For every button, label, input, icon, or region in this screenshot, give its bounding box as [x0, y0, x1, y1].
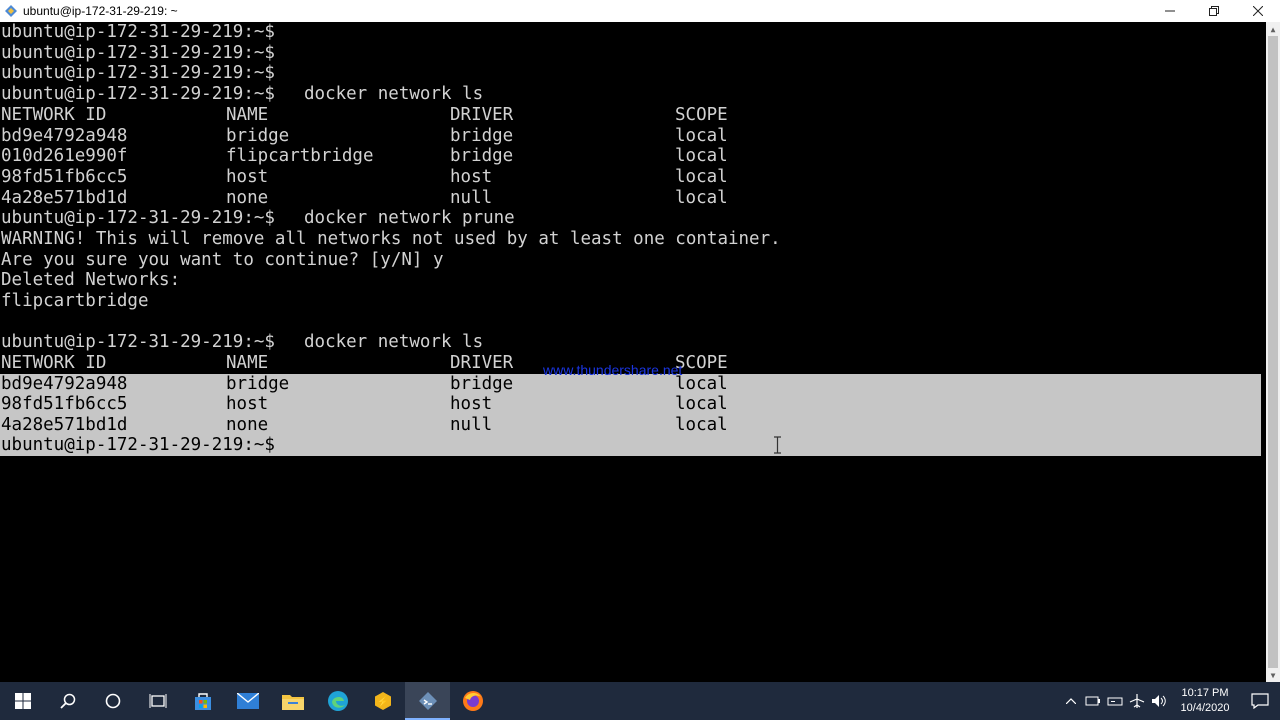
- table-row: 010d261e990f flipcartbridge bridge local: [1, 146, 728, 166]
- terminal-command-line: ubuntu@ip-172-31-29-219:~$ docker networ…: [1, 84, 484, 104]
- scroll-down-arrow-icon[interactable]: ▼: [1266, 668, 1280, 682]
- search-button[interactable]: [45, 682, 90, 720]
- windows-logo-icon: [14, 693, 31, 709]
- git-bash-icon: [4, 4, 18, 18]
- terminal-command-line: ubuntu@ip-172-31-29-219:~$ docker networ…: [1, 332, 484, 352]
- warning-message: WARNING! This will remove all networks n…: [1, 229, 781, 249]
- table-row: 4a28e571bd1d none null local: [1, 415, 728, 435]
- taskbar-git-bash[interactable]: [405, 682, 450, 720]
- text-cursor-icon: [774, 436, 781, 454]
- window-title: ubuntu@ip-172-31-29-219: ~: [23, 4, 178, 18]
- terminal-line: ubuntu@ip-172-31-29-219:~$: [1, 63, 275, 83]
- terminal-line: ubuntu@ip-172-31-29-219:~$: [1, 22, 275, 42]
- windows-taskbar: ⚡ 10:17 PM 10/4/2020: [0, 682, 1280, 720]
- deleted-network-item: flipcartbridge: [1, 291, 149, 311]
- task-view-icon: [149, 694, 166, 708]
- yellow-app-icon: ⚡: [374, 692, 391, 710]
- window-title-bar: ubuntu@ip-172-31-29-219: ~: [0, 0, 1280, 23]
- deleted-networks-heading: Deleted Networks:: [1, 270, 181, 290]
- git-bash-icon: [418, 692, 437, 710]
- scroll-up-arrow-icon[interactable]: ▲: [1266, 22, 1280, 36]
- folder-icon: [281, 695, 304, 710]
- confirm-prompt: Are you sure you want to continue? [y/N]…: [1, 250, 444, 270]
- scrollbar-thumb[interactable]: [1268, 36, 1278, 668]
- minimize-button[interactable]: [1148, 0, 1192, 22]
- table-header: NETWORK ID NAME DRIVER SCOPE: [1, 105, 728, 125]
- task-view-button[interactable]: [135, 682, 180, 720]
- taskbar-store[interactable]: [180, 682, 225, 720]
- cortana-circle-icon: [105, 693, 120, 709]
- cortana-button[interactable]: [90, 682, 135, 720]
- minimize-icon: [1165, 10, 1175, 12]
- taskbar-mail[interactable]: [225, 682, 270, 720]
- watermark-text: www.thundershare.net: [543, 362, 683, 378]
- notification-center-button[interactable]: [1240, 682, 1280, 720]
- close-icon: [1253, 6, 1263, 16]
- table-row: bd9e4792a948 bridge bridge local: [1, 126, 728, 146]
- restore-button[interactable]: [1192, 0, 1236, 22]
- clock-date: 10/4/2020: [1180, 702, 1230, 714]
- close-button[interactable]: [1236, 0, 1280, 22]
- terminal-line: ubuntu@ip-172-31-29-219:~$: [1, 43, 275, 63]
- system-tray: 10:17 PM 10/4/2020: [1060, 682, 1280, 720]
- firefox-icon: [462, 691, 483, 711]
- table-row: 4a28e571bd1d none null local: [1, 188, 728, 208]
- terminal-prompt-line: ubuntu@ip-172-31-29-219:~$: [1, 435, 275, 455]
- taskbar-app-yellow[interactable]: ⚡: [360, 682, 405, 720]
- taskbar-edge[interactable]: [315, 682, 360, 720]
- svg-text:⚡: ⚡: [376, 695, 388, 708]
- table-row: 98fd51fb6cc5 host host local: [1, 394, 728, 414]
- restore-icon: [1209, 6, 1219, 16]
- tray-device-icon[interactable]: [1082, 682, 1104, 720]
- terminal-command-line: ubuntu@ip-172-31-29-219:~$ docker networ…: [1, 208, 515, 228]
- edge-browser-icon: [327, 691, 348, 711]
- taskbar-file-explorer[interactable]: [270, 682, 315, 720]
- store-bag-icon: [194, 693, 211, 710]
- volume-icon[interactable]: [1148, 682, 1170, 720]
- start-button[interactable]: [0, 682, 45, 720]
- taskbar-firefox[interactable]: [450, 682, 495, 720]
- notification-icon: [1251, 693, 1269, 709]
- tray-drive-icon[interactable]: [1104, 682, 1126, 720]
- clock-time: 10:17 PM: [1181, 687, 1229, 699]
- network-airplane-icon[interactable]: [1126, 682, 1148, 720]
- terminal-area[interactable]: ubuntu@ip-172-31-29-219:~$ ubuntu@ip-172…: [0, 22, 1266, 682]
- search-icon: [59, 693, 75, 709]
- mail-icon: [236, 693, 259, 709]
- taskbar-clock[interactable]: 10:17 PM 10/4/2020: [1170, 686, 1240, 716]
- show-hidden-icons-chevron-icon[interactable]: [1060, 682, 1082, 720]
- table-row: 98fd51fb6cc5 host host local: [1, 167, 728, 187]
- vertical-scrollbar[interactable]: ▲ ▼: [1266, 22, 1280, 682]
